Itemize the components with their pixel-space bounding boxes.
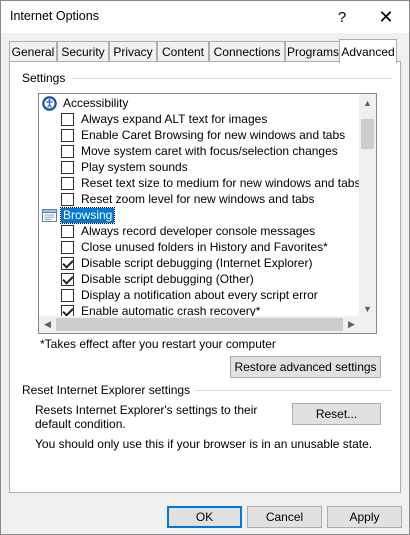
scrollbar-corner bbox=[359, 316, 376, 333]
option-label: Disable script debugging (Other) bbox=[81, 272, 254, 286]
option-enable-crash-recovery[interactable]: Enable automatic crash recovery* bbox=[39, 303, 360, 317]
checkbox[interactable] bbox=[61, 112, 74, 126]
vertical-scroll-thumb[interactable] bbox=[361, 119, 374, 149]
checkbox[interactable] bbox=[61, 144, 74, 158]
internet-options-dialog: Internet Options ? ✕ General Security Pr… bbox=[0, 0, 410, 535]
checkbox[interactable] bbox=[61, 128, 74, 142]
tree-category-label: Accessibility bbox=[63, 95, 129, 110]
option-label: Enable Caret Browsing for new windows an… bbox=[81, 128, 346, 142]
checkbox[interactable] bbox=[61, 160, 74, 174]
checkbox[interactable] bbox=[61, 288, 74, 302]
tree-category-accessibility[interactable]: Accessibility bbox=[39, 95, 360, 111]
tree-category-label: Browsing bbox=[59, 206, 116, 224]
scroll-right-icon[interactable]: ▶ bbox=[343, 316, 360, 333]
accessibility-icon bbox=[42, 95, 57, 111]
option-reset-zoom-level[interactable]: Reset zoom level for new windows and tab… bbox=[39, 191, 360, 207]
tab-security[interactable]: Security bbox=[57, 41, 109, 62]
tab-advanced[interactable]: Advanced bbox=[339, 39, 397, 63]
tab-general[interactable]: General bbox=[9, 41, 57, 62]
help-button[interactable]: ? bbox=[325, 1, 359, 33]
vertical-scrollbar[interactable]: ▲ ▼ bbox=[359, 94, 376, 317]
option-label: Close unused folders in History and Favo… bbox=[81, 240, 328, 254]
option-label: Play system sounds bbox=[81, 160, 188, 174]
checkbox[interactable] bbox=[61, 224, 74, 238]
option-always-expand-alt-text[interactable]: Always expand ALT text for images bbox=[39, 111, 360, 127]
option-label: Reset text size to medium for new window… bbox=[81, 176, 360, 190]
scroll-down-icon[interactable]: ▼ bbox=[359, 300, 376, 317]
apply-button[interactable]: Apply bbox=[327, 506, 402, 528]
option-close-unused-folders[interactable]: Close unused folders in History and Favo… bbox=[39, 239, 360, 255]
window-title: Internet Options bbox=[10, 9, 99, 23]
reset-group-divider bbox=[188, 390, 392, 391]
option-label: Move system caret with focus/selection c… bbox=[81, 144, 338, 158]
option-label: Always record developer console messages bbox=[81, 224, 316, 238]
option-label: Always expand ALT text for images bbox=[81, 112, 268, 126]
settings-tree-list[interactable]: Accessibility Always expand ALT text for… bbox=[38, 93, 377, 334]
cancel-button[interactable]: Cancel bbox=[247, 506, 322, 528]
option-enable-caret-browsing[interactable]: Enable Caret Browsing for new windows an… bbox=[39, 127, 360, 143]
reset-warning: You should only use this if your browser… bbox=[35, 437, 373, 451]
tree-category-browsing[interactable]: Browsing bbox=[39, 206, 360, 224]
advanced-tab-panel: Settings Accessibility Always expand ALT… bbox=[9, 61, 401, 493]
checkbox-checked[interactable] bbox=[61, 256, 74, 270]
reset-group-label: Reset Internet Explorer settings bbox=[22, 383, 196, 397]
tab-connections[interactable]: Connections bbox=[209, 41, 285, 62]
settings-group-divider bbox=[72, 78, 392, 79]
option-display-script-error-notification[interactable]: Display a notification about every scrip… bbox=[39, 287, 360, 303]
ok-button[interactable]: OK bbox=[167, 506, 242, 528]
settings-tree-content: Accessibility Always expand ALT text for… bbox=[39, 94, 360, 317]
tab-programs[interactable]: Programs bbox=[285, 41, 341, 62]
restore-advanced-settings-button[interactable]: Restore advanced settings bbox=[230, 356, 381, 378]
checkbox[interactable] bbox=[61, 192, 74, 206]
option-label: Display a notification about every scrip… bbox=[81, 288, 318, 302]
reset-description: Resets Internet Explorer's settings to t… bbox=[35, 403, 258, 431]
option-move-system-caret[interactable]: Move system caret with focus/selection c… bbox=[39, 143, 360, 159]
option-disable-script-debugging-ie[interactable]: Disable script debugging (Internet Explo… bbox=[39, 255, 360, 271]
option-label: Disable script debugging (Internet Explo… bbox=[81, 256, 313, 270]
checkbox[interactable] bbox=[61, 176, 74, 190]
option-record-console-messages[interactable]: Always record developer console messages bbox=[39, 223, 360, 239]
scroll-up-icon[interactable]: ▲ bbox=[359, 94, 376, 111]
checkbox[interactable] bbox=[61, 240, 74, 254]
tab-privacy[interactable]: Privacy bbox=[109, 41, 157, 62]
title-bar: Internet Options ? ✕ bbox=[1, 1, 409, 33]
settings-group-label: Settings bbox=[22, 71, 71, 85]
close-button[interactable]: ✕ bbox=[369, 1, 403, 33]
tab-content[interactable]: Content bbox=[157, 41, 209, 62]
option-reset-text-size[interactable]: Reset text size to medium for new window… bbox=[39, 175, 360, 191]
option-play-system-sounds[interactable]: Play system sounds bbox=[39, 159, 360, 175]
horizontal-scrollbar[interactable]: ◀ ▶ bbox=[39, 316, 360, 333]
option-label: Reset zoom level for new windows and tab… bbox=[81, 192, 315, 206]
horizontal-scroll-thumb[interactable] bbox=[56, 318, 343, 331]
option-disable-script-debugging-other[interactable]: Disable script debugging (Other) bbox=[39, 271, 360, 287]
browsing-icon bbox=[42, 208, 57, 222]
checkbox-checked[interactable] bbox=[61, 272, 74, 286]
scroll-left-icon[interactable]: ◀ bbox=[39, 316, 56, 333]
reset-button[interactable]: Reset... bbox=[292, 403, 381, 425]
restart-note: *Takes effect after you restart your com… bbox=[40, 337, 276, 351]
